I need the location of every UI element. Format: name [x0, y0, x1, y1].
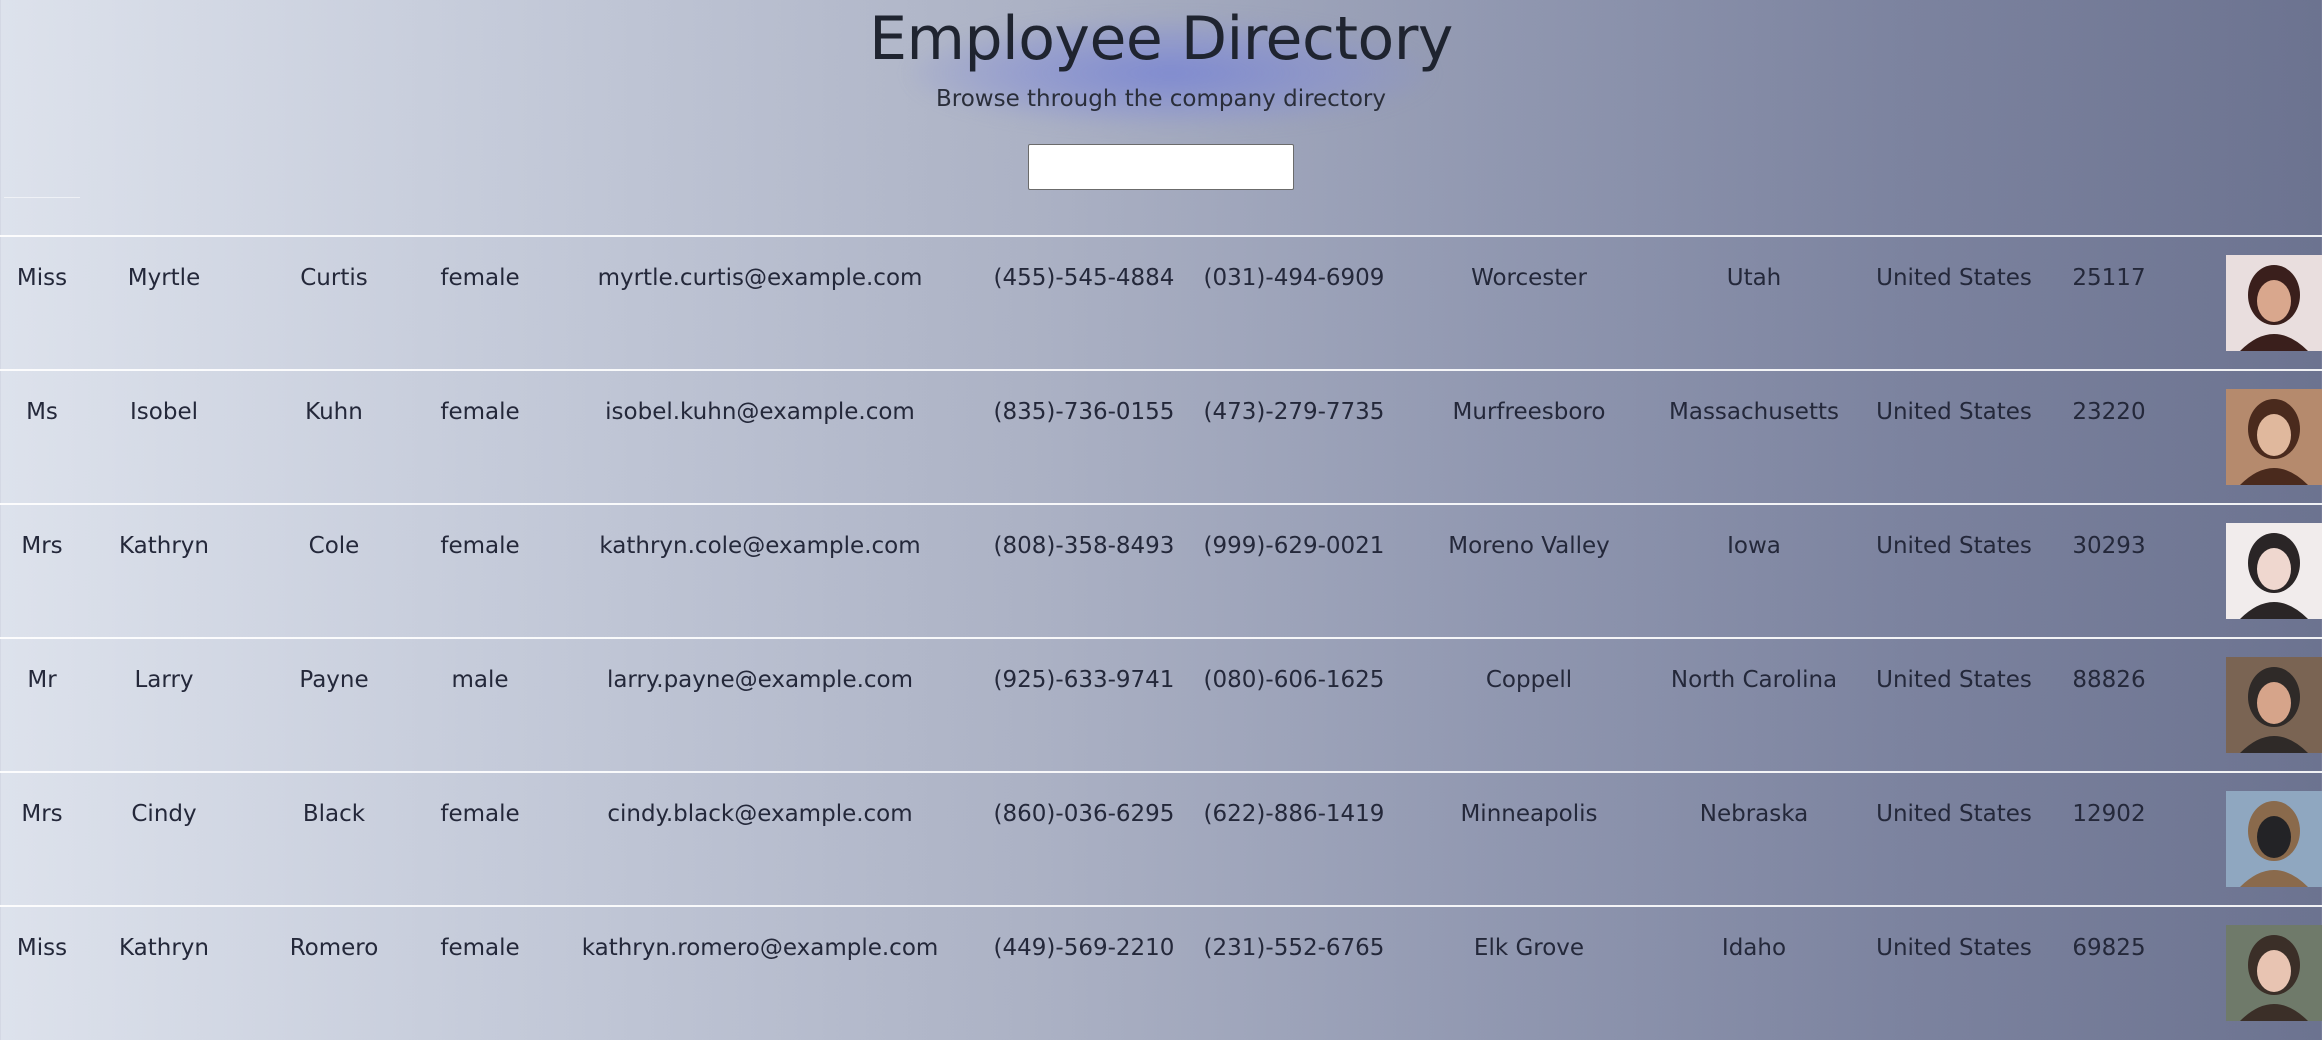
- cell-city: Coppell: [1485, 667, 1573, 693]
- cell-picture: [2164, 370, 2322, 504]
- cell-postcode: 30293: [2072, 533, 2146, 559]
- table-row: Mrs Kathryn Cole female kathryn.cole@example…: [0, 504, 2322, 638]
- cell-city: Worcester: [1471, 265, 1587, 291]
- cell-cell: (622)-886-1419: [1203, 801, 1385, 827]
- cell-country: United States: [1876, 399, 2032, 425]
- cell-last: Black: [302, 801, 366, 827]
- cell-state: North Carolina: [1670, 667, 1838, 693]
- cell-city: Moreno Valley: [1448, 533, 1610, 559]
- cell-phone: (449)-569-2210: [993, 935, 1175, 961]
- cell-city: Elk Grove: [1473, 935, 1585, 961]
- cell-phone: (835)-736-0155: [993, 399, 1175, 425]
- cell-country: United States: [1876, 533, 2032, 559]
- cell-email: larry.payne@example.com: [606, 667, 914, 693]
- cell-gender: female: [440, 935, 520, 961]
- cell-phone: (925)-633-9741: [993, 667, 1175, 693]
- cell-state: Massachusetts: [1669, 399, 1839, 425]
- cell-first: Isobel: [130, 399, 198, 425]
- cell-gender: male: [451, 667, 509, 693]
- cell-country: United States: [1876, 801, 2032, 827]
- cell-first: Cindy: [131, 801, 197, 827]
- woman-photo-icon: [2226, 791, 2322, 887]
- cell-gender: female: [440, 399, 520, 425]
- divider: [4, 197, 80, 198]
- page-header: Employee Directory Browse through the co…: [0, 0, 2322, 235]
- table-row: Mrs Cindy Black female cindy.black@example.c…: [0, 772, 2322, 906]
- cell-postcode: 69825: [2072, 935, 2146, 961]
- cell-postcode: 23220: [2072, 399, 2146, 425]
- man-photo-icon: [2226, 657, 2322, 753]
- cell-title: Mrs: [21, 533, 63, 559]
- cell-email: cindy.black@example.com: [607, 801, 913, 827]
- cell-first: Myrtle: [127, 265, 201, 291]
- cell-title: Mr: [27, 667, 57, 693]
- cell-last: Curtis: [300, 265, 368, 291]
- cell-email: kathryn.cole@example.com: [599, 533, 921, 559]
- cell-gender: female: [440, 801, 520, 827]
- cell-picture: [2164, 906, 2322, 1040]
- cell-cell: (231)-552-6765: [1203, 935, 1385, 961]
- cell-picture: [2164, 504, 2322, 638]
- cell-first: Larry: [134, 667, 194, 693]
- cell-title: Miss: [16, 265, 68, 291]
- cell-country: United States: [1876, 935, 2032, 961]
- table-row: Mr Larry Payne male larry.payne@example.com (…: [0, 638, 2322, 772]
- cell-country: United States: [1876, 265, 2032, 291]
- table-row: Miss Myrtle Curtis female myrtle.curtis@exam…: [0, 236, 2322, 370]
- cell-email: isobel.kuhn@example.com: [605, 399, 915, 425]
- cell-first: Kathryn: [118, 935, 209, 961]
- employee-table: Miss Myrtle Curtis female myrtle.curtis@exam…: [0, 235, 2322, 1040]
- page-title: Employee Directory: [869, 4, 1453, 74]
- cell-postcode: 25117: [2072, 265, 2146, 291]
- cell-state: Iowa: [1727, 533, 1781, 559]
- cell-email: myrtle.curtis@example.com: [597, 265, 923, 291]
- table-row: Ms Isobel Kuhn female isobel.kuhn@example.co…: [0, 370, 2322, 504]
- cell-state: Utah: [1726, 265, 1782, 291]
- search-input[interactable]: [1028, 144, 1294, 190]
- cell-title: Ms: [26, 399, 58, 425]
- avatar: [2226, 657, 2322, 753]
- cell-phone: (808)-358-8493: [993, 533, 1175, 559]
- cell-last: Cole: [308, 533, 360, 559]
- cell-last: Kuhn: [305, 399, 363, 425]
- cell-postcode: 88826: [2072, 667, 2146, 693]
- cell-picture: [2164, 638, 2322, 772]
- cell-picture: [2164, 236, 2322, 370]
- page-subtitle: Browse through the company directory: [935, 86, 1386, 112]
- cell-email: kathryn.romero@example.com: [581, 935, 939, 961]
- cell-country: United States: [1876, 667, 2032, 693]
- cell-cell: (031)-494-6909: [1203, 265, 1385, 291]
- cell-state: Nebraska: [1699, 801, 1809, 827]
- woman-photo-icon: [2226, 523, 2322, 619]
- cell-title: Mrs: [21, 801, 63, 827]
- cell-cell: (080)-606-1625: [1203, 667, 1385, 693]
- woman-photo-icon: [2226, 255, 2322, 351]
- table-row: Miss Kathryn Romero female kathryn.romero@ex…: [0, 906, 2322, 1040]
- cell-title: Miss: [16, 935, 68, 961]
- cell-cell: (473)-279-7735: [1203, 399, 1385, 425]
- cell-postcode: 12902: [2072, 801, 2146, 827]
- cell-last: Romero: [289, 935, 379, 961]
- avatar: [2226, 925, 2322, 1021]
- cell-city: Murfreesboro: [1452, 399, 1606, 425]
- cell-first: Kathryn: [118, 533, 209, 559]
- woman-photo-icon: [2226, 389, 2322, 485]
- avatar: [2226, 389, 2322, 485]
- cell-gender: female: [440, 533, 520, 559]
- cell-cell: (999)-629-0021: [1203, 533, 1385, 559]
- avatar: [2226, 791, 2322, 887]
- avatar: [2226, 255, 2322, 351]
- cell-last: Payne: [299, 667, 369, 693]
- cell-phone: (455)-545-4884: [993, 265, 1175, 291]
- cell-gender: female: [440, 265, 520, 291]
- cell-phone: (860)-036-6295: [993, 801, 1175, 827]
- cell-picture: [2164, 772, 2322, 906]
- cell-city: Minneapolis: [1460, 801, 1598, 827]
- woman-photo-icon: [2226, 925, 2322, 1021]
- cell-state: Idaho: [1721, 935, 1787, 961]
- avatar: [2226, 523, 2322, 619]
